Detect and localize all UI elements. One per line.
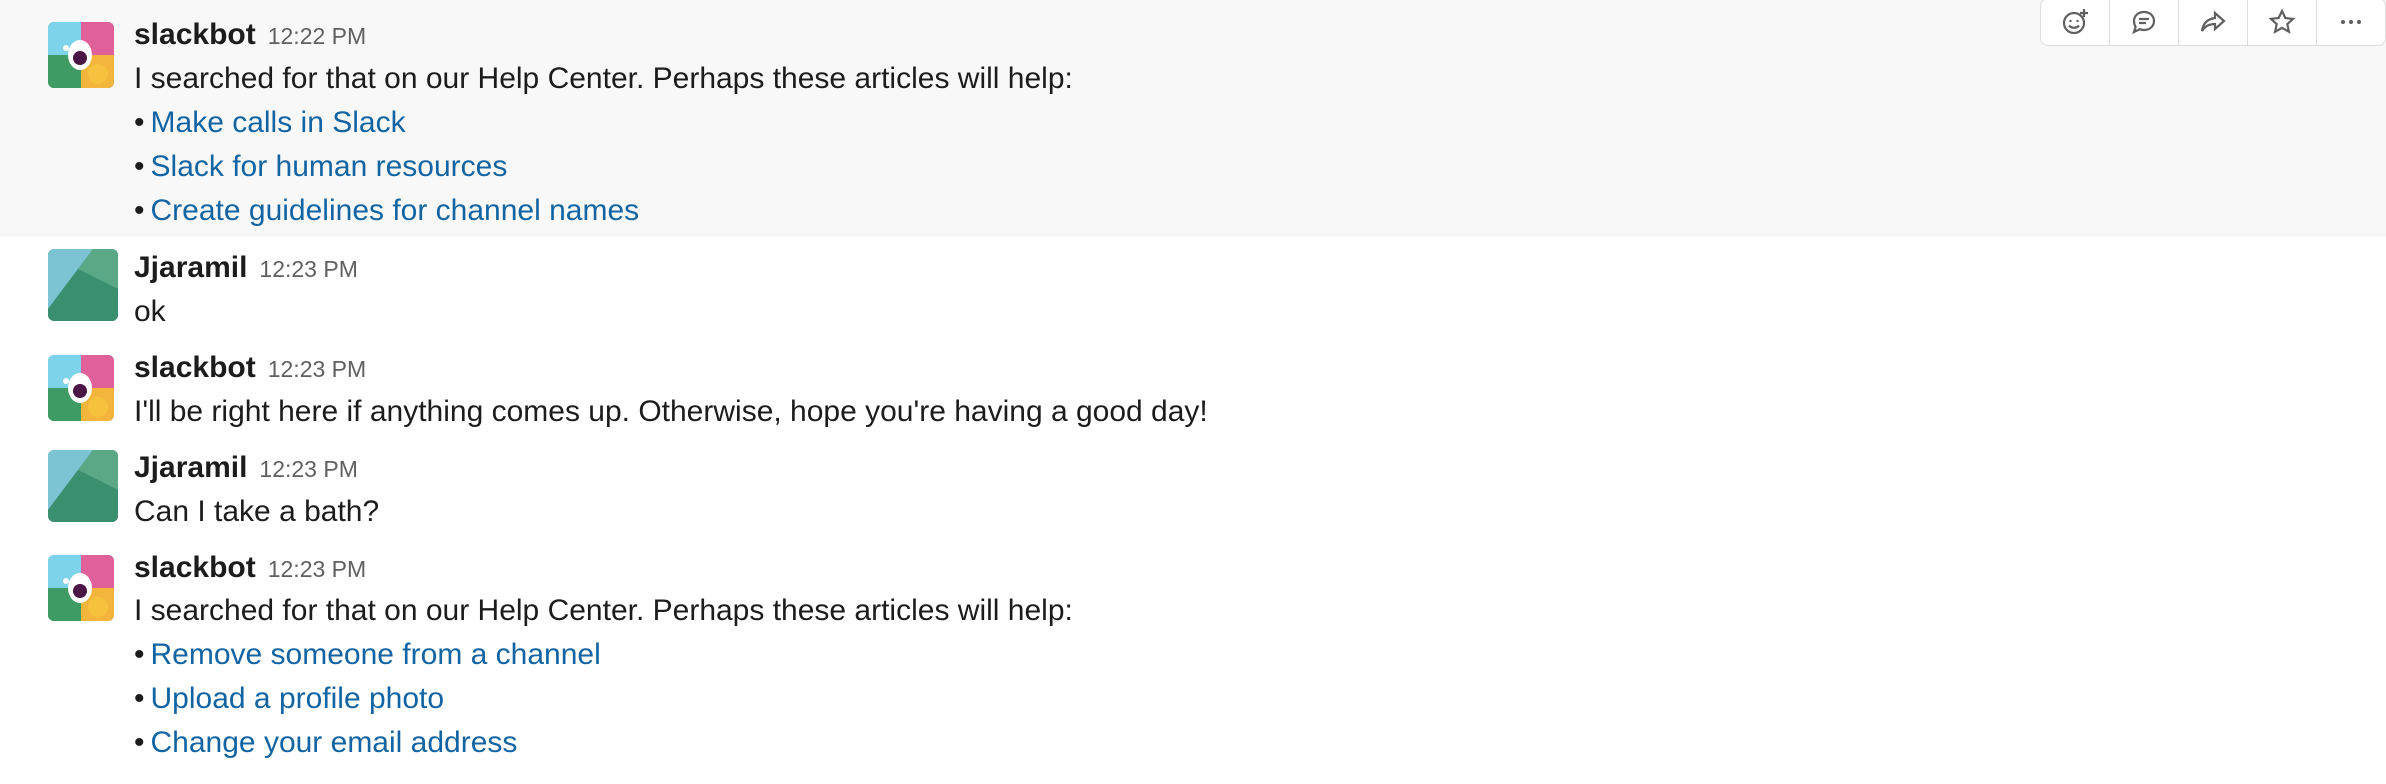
share-icon <box>2200 10 2226 32</box>
list-item: • Make calls in Slack <box>134 105 406 141</box>
author-name[interactable]: slackbot <box>134 351 256 385</box>
author-name[interactable]: Jjaramil <box>134 451 247 485</box>
message-text: I searched for that on our Help Center. … <box>134 62 1073 95</box>
author-name[interactable]: Jjaramil <box>134 251 247 285</box>
share-button[interactable] <box>2179 0 2248 45</box>
more-icon <box>2341 20 2361 24</box>
message-row[interactable]: slackbot 12:22 PM I searched for that on… <box>0 0 2386 237</box>
author-name[interactable]: slackbot <box>134 18 256 52</box>
reply-thread-button[interactable] <box>2110 0 2179 45</box>
help-article-link[interactable]: Create guidelines for channel names <box>151 194 640 227</box>
slackbot-avatar[interactable] <box>48 355 114 421</box>
message-row[interactable]: Jjaramil 12:23 PM ok <box>0 237 2386 337</box>
message-text: ok <box>134 295 166 328</box>
message-actions-toolbar <box>2040 0 2386 46</box>
message-row[interactable]: slackbot 12:23 PM I searched for that on… <box>0 537 2386 784</box>
message-text: I'll be right here if anything comes up.… <box>134 395 1208 428</box>
bullet: • <box>134 638 145 671</box>
bullet: • <box>134 106 145 139</box>
reply-thread-icon <box>2132 10 2156 35</box>
add-reaction-button[interactable] <box>2041 0 2110 45</box>
help-article-link[interactable]: Remove someone from a channel <box>151 638 601 671</box>
message-text: Can I take a bath? <box>134 495 380 528</box>
author-name[interactable]: slackbot <box>134 551 256 585</box>
list-item: • Change your email address <box>134 725 517 761</box>
star-button[interactable] <box>2248 0 2317 45</box>
timestamp[interactable]: 12:23 PM <box>268 356 366 383</box>
slackbot-avatar[interactable] <box>48 22 114 88</box>
help-article-link[interactable]: Make calls in Slack <box>151 106 406 139</box>
star-icon <box>2268 8 2296 34</box>
bullet: • <box>134 150 145 183</box>
message-row[interactable]: slackbot 12:23 PM I'll be right here if … <box>0 337 2386 437</box>
bullet: • <box>134 194 145 227</box>
help-article-link[interactable]: Upload a profile photo <box>151 682 445 715</box>
list-item: • Slack for human resources <box>134 149 507 185</box>
list-item: • Create guidelines for channel names <box>134 193 639 229</box>
timestamp[interactable]: 12:23 PM <box>259 256 357 283</box>
slackbot-avatar[interactable] <box>48 555 114 621</box>
message-text: I searched for that on our Help Center. … <box>134 594 1073 627</box>
bullet: • <box>134 726 145 759</box>
user-avatar[interactable] <box>48 249 118 321</box>
add-reaction-icon <box>2062 9 2088 35</box>
more-actions-button[interactable] <box>2317 0 2385 45</box>
help-article-link[interactable]: Slack for human resources <box>151 150 508 183</box>
user-avatar[interactable] <box>48 450 118 522</box>
message-row[interactable]: Jjaramil 12:23 PM Can I take a bath? <box>0 437 2386 537</box>
timestamp[interactable]: 12:23 PM <box>259 456 357 483</box>
timestamp[interactable]: 12:23 PM <box>268 556 366 583</box>
bullet: • <box>134 682 145 715</box>
help-article-link[interactable]: Change your email address <box>151 726 518 759</box>
timestamp[interactable]: 12:22 PM <box>268 23 366 50</box>
list-item: • Remove someone from a channel <box>134 637 601 673</box>
list-item: • Upload a profile photo <box>134 681 444 717</box>
